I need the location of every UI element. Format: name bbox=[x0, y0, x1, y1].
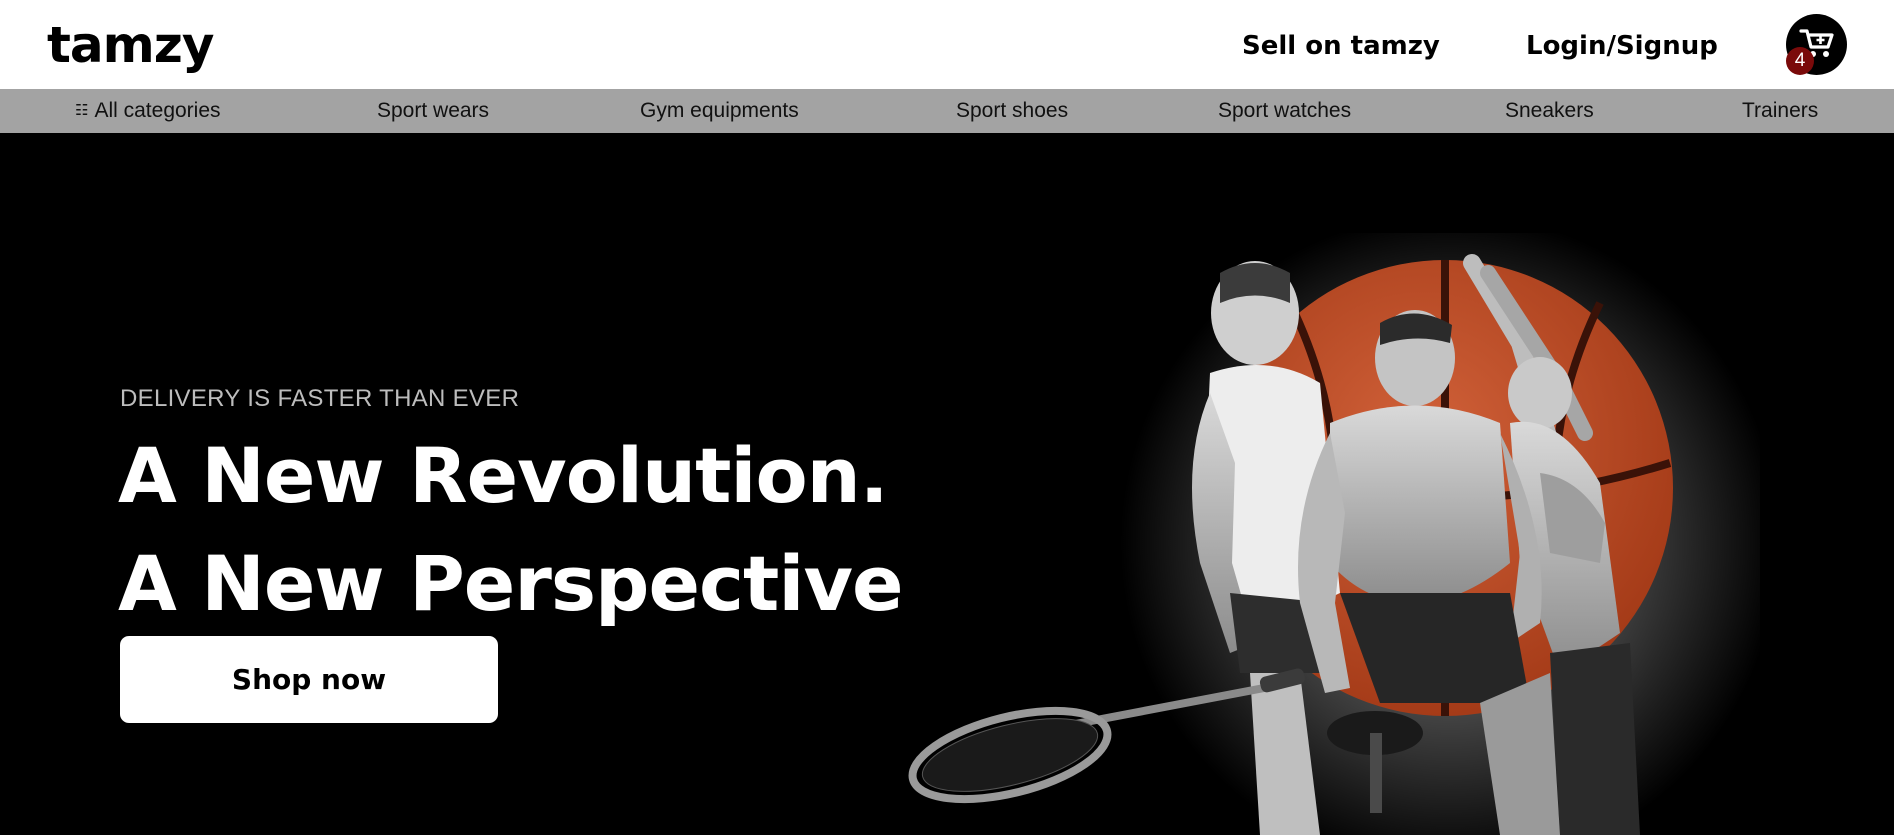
cart-button[interactable]: 4 bbox=[1786, 14, 1847, 75]
top-header: tamzy Sell on tamzy Login/Signup 4 bbox=[0, 0, 1894, 89]
shop-now-button[interactable]: Shop now bbox=[120, 636, 498, 723]
sell-link[interactable]: Sell on tamzy bbox=[1242, 26, 1440, 66]
all-categories-menu[interactable]: ☷ All categories bbox=[75, 89, 221, 133]
all-categories-label: All categories bbox=[94, 99, 221, 122]
hero-kicker: DELIVERY IS FASTER THAN EVER bbox=[120, 385, 520, 412]
category-sport-shoes[interactable]: Sport shoes bbox=[956, 89, 1068, 133]
hero-athletes-image bbox=[908, 233, 1760, 835]
menu-list-icon: ☷ bbox=[75, 102, 89, 119]
login-signup-link[interactable]: Login/Signup bbox=[1526, 26, 1718, 66]
brand-logo[interactable]: tamzy bbox=[47, 10, 214, 80]
cart-count-badge: 4 bbox=[1786, 47, 1814, 75]
category-sport-wears[interactable]: Sport wears bbox=[377, 89, 489, 133]
category-sport-watches[interactable]: Sport watches bbox=[1218, 89, 1351, 133]
hero-headline-line-1: A New Revolution. bbox=[118, 431, 889, 520]
hero-banner: DELIVERY IS FASTER THAN EVER A New Revol… bbox=[0, 133, 1894, 835]
hero-headline-line-2: A New Perspective bbox=[118, 539, 904, 628]
category-nav: ☷ All categories Sport wears Gym equipmen… bbox=[0, 89, 1894, 133]
category-sneakers[interactable]: Sneakers bbox=[1505, 89, 1594, 133]
category-trainers[interactable]: Trainers bbox=[1742, 89, 1818, 133]
category-gym-equipments[interactable]: Gym equipments bbox=[640, 89, 799, 133]
